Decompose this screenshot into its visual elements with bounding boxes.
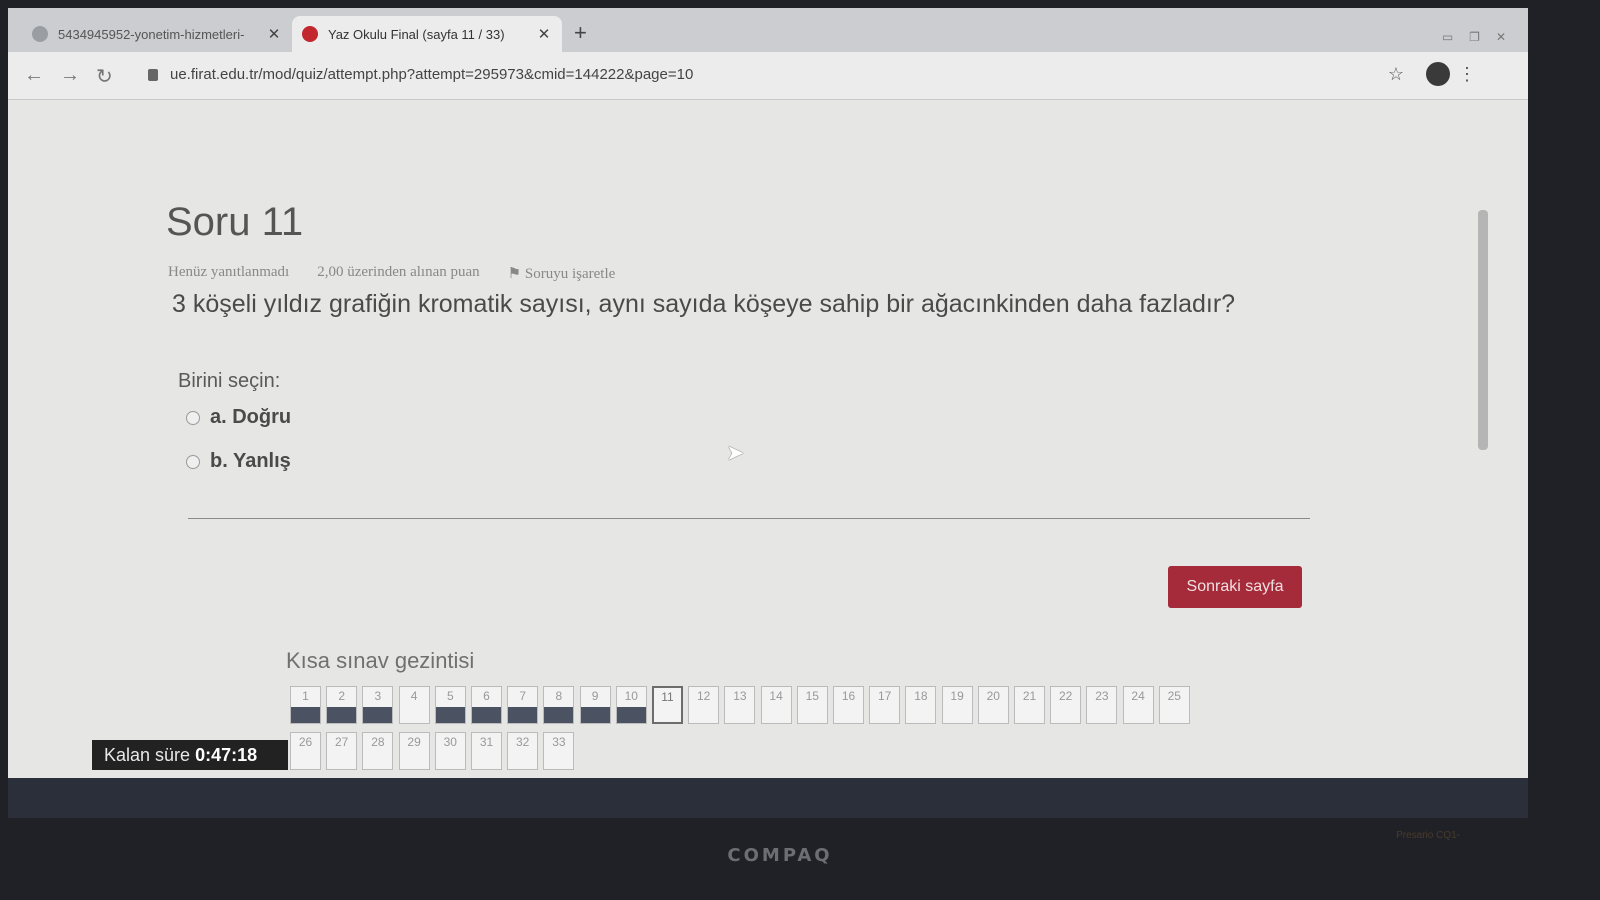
tab-strip: 5434945952-yonetim-hizmetleri- ✕ Yaz Oku…	[8, 8, 1528, 52]
quiz-nav-button-9[interactable]: 9	[579, 686, 611, 724]
quiz-nav-button-5[interactable]: 5	[434, 686, 466, 724]
flag-question-link[interactable]: ⚑ Soruyu işaretle	[508, 264, 616, 283]
quiz-nav-button-7[interactable]: 7	[507, 686, 539, 724]
quiz-nav-button-19[interactable]: 19	[941, 686, 973, 724]
new-tab-button[interactable]: +	[574, 20, 587, 46]
option-true[interactable]: a. Doğru	[186, 406, 291, 429]
option-label: b. Yanlış	[210, 450, 291, 472]
quiz-nav-button-26[interactable]: 26	[290, 732, 321, 770]
quiz-nav-button-18[interactable]: 18	[905, 686, 937, 724]
quiz-nav-button-29[interactable]: 29	[398, 732, 430, 770]
question-meta: Henüz yanıtlanmadı 2,00 üzerinden alınan…	[168, 264, 615, 283]
taskbar	[8, 778, 1528, 818]
tab-title: 5434945952-yonetim-hizmetleri-	[58, 26, 245, 42]
next-page-button[interactable]: Sonraki sayfa	[1168, 566, 1302, 608]
tab-favicon-icon	[302, 26, 318, 42]
monitor-model: Presario CQ1-	[1396, 830, 1460, 841]
quiz-nav-button-23[interactable]: 23	[1086, 686, 1118, 724]
window-controls: ▭ ❐ ✕	[1442, 30, 1506, 44]
tab-active[interactable]: Yaz Okulu Final (sayfa 11 / 33) ✕	[292, 16, 562, 52]
quiz-nav-button-27[interactable]: 27	[326, 732, 358, 770]
quiz-nav-button-25[interactable]: 25	[1158, 686, 1190, 724]
quiz-nav-button-14[interactable]: 14	[760, 686, 792, 724]
lock-icon	[148, 68, 158, 81]
timer: Kalan süre 0:47:18	[92, 740, 288, 770]
address-bar[interactable]: ue.firat.edu.tr/mod/quiz/attempt.php?att…	[148, 66, 693, 83]
timer-label: Kalan süre	[104, 745, 191, 765]
restore-icon[interactable]: ❐	[1469, 30, 1480, 44]
quiz-nav-button-6[interactable]: 6	[471, 686, 502, 724]
quiz-nav-button-32[interactable]: 32	[507, 732, 539, 770]
profile-icon[interactable]	[1426, 62, 1450, 86]
quiz-nav-button-24[interactable]: 24	[1122, 686, 1154, 724]
quiz-nav-button-2[interactable]: 2	[326, 686, 358, 724]
quiz-nav-button-13[interactable]: 13	[724, 686, 756, 724]
question-points: 2,00 üzerinden alınan puan	[317, 264, 480, 280]
question-text: 3 köşeli yıldız grafiğin kromatik sayısı…	[172, 290, 1236, 318]
question-number: Soru 11	[166, 200, 304, 244]
flag-icon: ⚑	[507, 266, 525, 282]
quiz-nav-button-12[interactable]: 12	[688, 686, 720, 724]
quiz-navigation-title: Kısa sınav gezintisi	[286, 648, 475, 673]
option-label: a. Doğru	[210, 406, 292, 428]
quiz-nav-button-4[interactable]: 4	[398, 686, 430, 724]
tab-close-icon[interactable]: ✕	[536, 25, 552, 43]
mouse-cursor-icon: ➤	[726, 440, 745, 465]
quiz-nav-button-22[interactable]: 22	[1050, 686, 1082, 724]
quiz-nav-button-28[interactable]: 28	[362, 732, 394, 770]
tab-close-icon[interactable]: ✕	[266, 25, 282, 43]
flag-question-label: Soruyu işaretle	[524, 266, 616, 282]
radio-button[interactable]	[186, 410, 200, 425]
quiz-nav-button-15[interactable]: 15	[796, 686, 828, 724]
quiz-page: Soru 11 Henüz yanıtlanmadı 2,00 üzerinde…	[8, 100, 1528, 818]
browser-toolbar: ← → ↻ ue.firat.edu.tr/mod/quiz/attempt.p…	[8, 52, 1528, 100]
quiz-nav-button-16[interactable]: 16	[833, 686, 864, 724]
radio-button[interactable]	[186, 454, 200, 469]
quiz-nav-button-33[interactable]: 33	[543, 732, 575, 770]
question-status: Henüz yanıtlanmadı	[168, 264, 290, 280]
tab-title: Yaz Okulu Final (sayfa 11 / 33)	[328, 26, 505, 42]
answer-prompt: Birini seçin:	[178, 370, 281, 392]
scrollbar[interactable]	[1478, 210, 1488, 450]
option-false[interactable]: b. Yanlış	[186, 450, 291, 473]
window-close-icon[interactable]: ✕	[1496, 30, 1506, 44]
monitor-bezel: 5434945952-yonetim-hizmetleri- ✕ Yaz Oku…	[0, 0, 1600, 900]
quiz-nav-button-10[interactable]: 10	[615, 686, 647, 724]
timer-value: 0:47:18	[195, 745, 258, 765]
quiz-nav-button-31[interactable]: 31	[471, 732, 502, 770]
quiz-nav-button-21[interactable]: 21	[1014, 686, 1045, 724]
quiz-nav-button-1[interactable]: 1	[290, 686, 321, 724]
monitor-brand: COMPAQ	[727, 845, 833, 866]
url-text: ue.firat.edu.tr/mod/quiz/attempt.php?att…	[170, 66, 694, 83]
tab-inactive[interactable]: 5434945952-yonetim-hizmetleri- ✕	[22, 16, 292, 52]
tab-favicon-icon	[32, 26, 48, 42]
quiz-nav-button-3[interactable]: 3	[362, 686, 394, 724]
screen: 5434945952-yonetim-hizmetleri- ✕ Yaz Oku…	[8, 8, 1528, 818]
minimize-icon[interactable]: ▭	[1442, 30, 1453, 44]
star-icon[interactable]: ☆	[1388, 64, 1404, 85]
quiz-nav-button-20[interactable]: 20	[977, 686, 1009, 724]
menu-icon[interactable]: ⋮	[1458, 64, 1476, 85]
forward-icon[interactable]: →	[60, 64, 80, 87]
reload-icon[interactable]: ↻	[96, 64, 113, 89]
quiz-nav-button-11[interactable]: 11	[652, 686, 683, 724]
divider	[188, 518, 1310, 519]
quiz-nav-button-8[interactable]: 8	[543, 686, 575, 724]
back-icon[interactable]: ←	[24, 64, 44, 87]
quiz-nav-button-30[interactable]: 30	[434, 732, 466, 770]
quiz-nav-button-17[interactable]: 17	[869, 686, 901, 724]
